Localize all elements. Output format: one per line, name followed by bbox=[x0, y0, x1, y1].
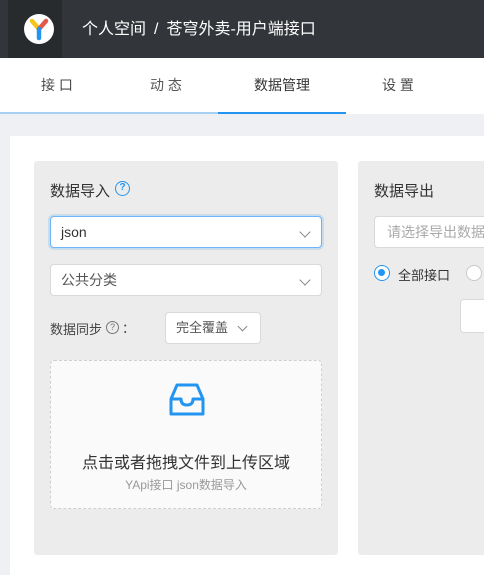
question-circle-icon[interactable]: ? bbox=[115, 181, 130, 196]
chevron-down-icon bbox=[299, 226, 311, 238]
breadcrumb-separator: / bbox=[154, 21, 159, 38]
project-tabs: 接 口 动 态 数据管理 设 置 bbox=[0, 58, 484, 114]
yapi-logo bbox=[24, 14, 54, 44]
inbox-icon bbox=[169, 383, 205, 416]
tab-settings[interactable]: 设 置 bbox=[346, 58, 450, 114]
tab-activity[interactable]: 动 态 bbox=[114, 58, 218, 114]
import-category-select[interactable]: 公共分类 bbox=[50, 264, 322, 296]
sync-colon: ： bbox=[122, 321, 136, 336]
sync-label: 数据同步 bbox=[50, 322, 103, 337]
dropzone-text: 点击或者拖拽文件到上传区域 bbox=[81, 455, 290, 472]
import-format-value: json bbox=[61, 224, 87, 240]
import-title: 数据导入 bbox=[50, 183, 111, 200]
tab-interfaces[interactable]: 接 口 bbox=[0, 58, 114, 114]
import-format-select[interactable]: json bbox=[50, 216, 322, 248]
upload-dropzone[interactable]: 点击或者拖拽文件到上传区域 YApi接口 json数据导入 bbox=[50, 360, 322, 509]
radio-other-option[interactable] bbox=[466, 265, 482, 281]
logo-area[interactable] bbox=[8, 0, 62, 58]
chevron-down-icon bbox=[299, 274, 311, 286]
breadcrumb-space[interactable]: 个人空间 bbox=[82, 21, 146, 38]
radio-all-interfaces[interactable] bbox=[374, 265, 390, 281]
chevron-down-icon bbox=[237, 321, 248, 332]
sync-mode-value: 完全覆盖 bbox=[176, 320, 229, 335]
question-circle-icon[interactable]: ? bbox=[106, 321, 119, 334]
import-category-value: 公共分类 bbox=[61, 272, 117, 288]
radio-all-label: 全部接口 bbox=[398, 268, 451, 283]
sync-mode-select[interactable]: 完全覆盖 bbox=[165, 312, 261, 344]
export-title: 数据导出 bbox=[374, 183, 435, 200]
breadcrumb: 个人空间 / 苍穹外卖-用户端接口 bbox=[82, 19, 316, 41]
breadcrumb-project[interactable]: 苍穹外卖-用户端接口 bbox=[166, 21, 315, 38]
tab-data-management[interactable]: 数据管理 bbox=[218, 58, 346, 114]
export-method-select[interactable]: 请选择导出数据的方式 bbox=[374, 216, 484, 248]
export-button[interactable] bbox=[460, 299, 484, 333]
dropzone-hint: YApi接口 json数据导入 bbox=[125, 478, 247, 492]
top-header: 个人空间 / 苍穹外卖-用户端接口 bbox=[0, 0, 484, 58]
